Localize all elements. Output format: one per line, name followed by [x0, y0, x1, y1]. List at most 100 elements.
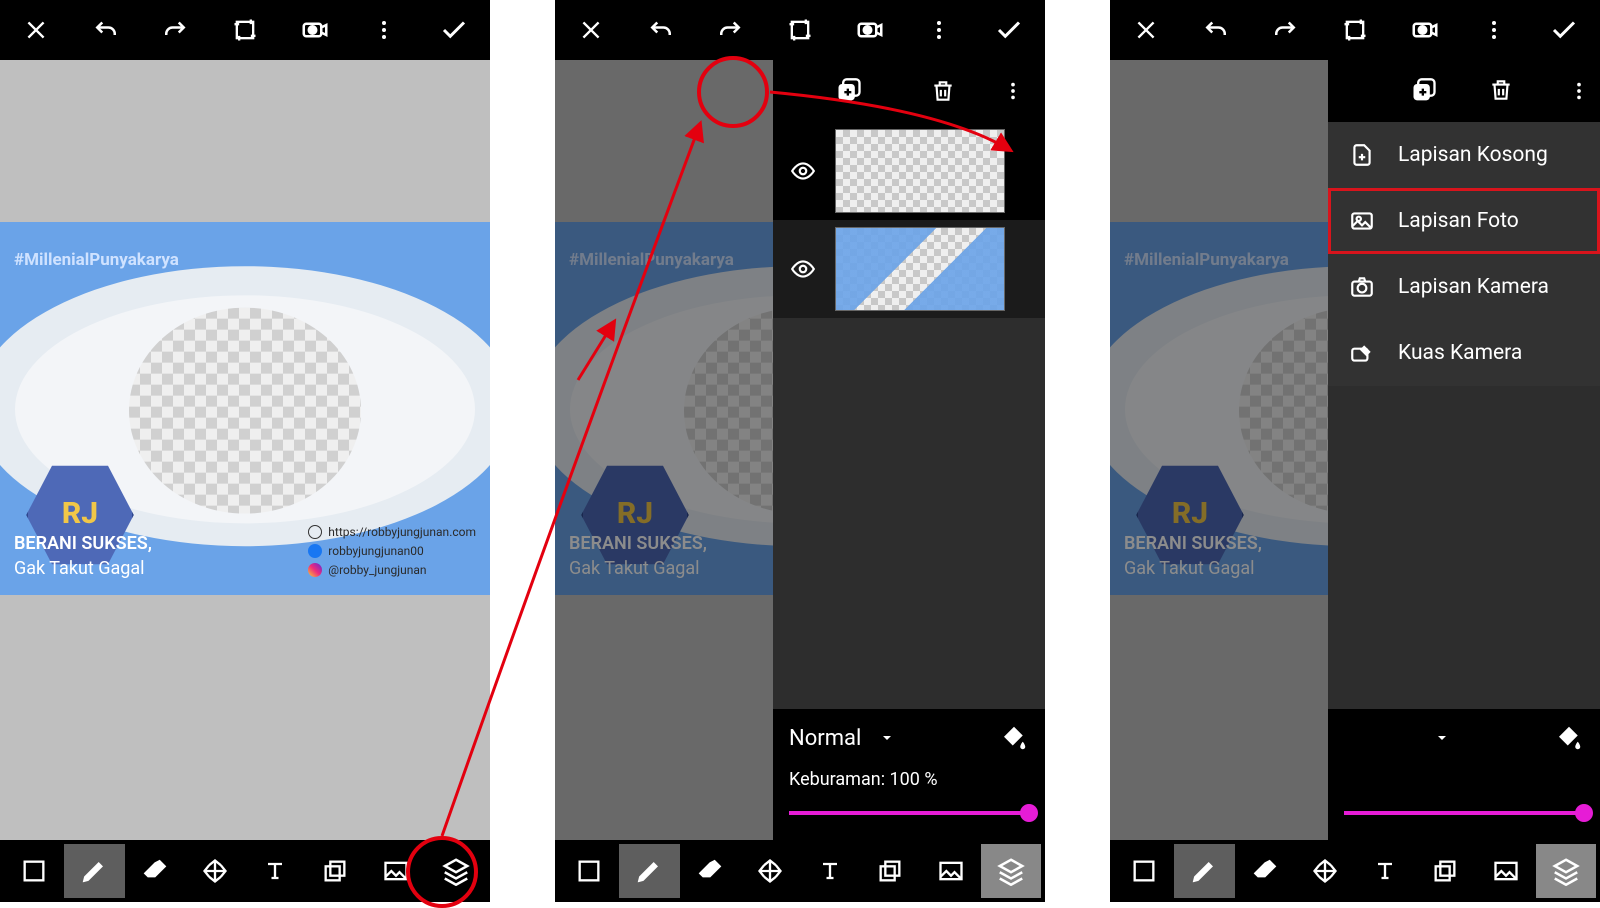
layer-thumbnail-frame: [835, 227, 1005, 311]
image-tool[interactable]: [921, 844, 981, 898]
fill-bucket-icon[interactable]: [1554, 723, 1584, 753]
facebook-icon: [308, 544, 322, 558]
tagline-1: BERANI SUKSES,: [14, 532, 152, 556]
tagline-2: Gak Takut Gagal: [14, 557, 152, 581]
fill-bucket-icon[interactable]: [999, 723, 1029, 753]
move-tool[interactable]: [1295, 844, 1355, 898]
shape-tool[interactable]: [559, 844, 619, 898]
text-tool[interactable]: [800, 844, 860, 898]
eraser-tool[interactable]: [125, 844, 185, 898]
chevron-down-icon[interactable]: [879, 730, 895, 746]
redo-icon[interactable]: [147, 2, 203, 58]
menu-item-photo-layer[interactable]: Lapisan Foto: [1328, 188, 1600, 254]
crop-icon[interactable]: [217, 2, 273, 58]
layer-row-frame[interactable]: [773, 220, 1045, 318]
record-icon[interactable]: [287, 2, 343, 58]
phone-screen-2: RJ #MillenialPunyakarya BERANI SUKSES, G…: [555, 0, 1045, 902]
image-tool[interactable]: [366, 844, 426, 898]
undo-icon[interactable]: [78, 2, 134, 58]
bottom-toolbar: [1110, 840, 1600, 902]
confirm-icon[interactable]: [981, 2, 1037, 58]
opacity-slider[interactable]: [1344, 804, 1584, 822]
close-icon[interactable]: [8, 2, 64, 58]
layers-empty-area: [773, 318, 1045, 709]
layers-panel-lower: Normal Keburaman: 100 %: [1328, 386, 1600, 840]
brush-tool[interactable]: [1174, 844, 1234, 898]
layers-button[interactable]: [981, 844, 1041, 898]
bottom-toolbar: [555, 840, 1045, 902]
clone-tool[interactable]: [1415, 844, 1475, 898]
close-icon[interactable]: [1118, 2, 1174, 58]
camera-icon: [1348, 273, 1376, 301]
top-toolbar: [555, 0, 1045, 60]
social-ig: @robby_jungjunan: [328, 563, 426, 577]
phone-screen-1: RJ #MillenialPunyakarya BERANI SUKSES, G…: [0, 0, 490, 902]
undo-icon[interactable]: [633, 2, 689, 58]
redo-icon[interactable]: [1257, 2, 1313, 58]
canvas-area[interactable]: RJ #MillenialPunyakarya BERANI SUKSES, G…: [0, 60, 490, 840]
blend-mode-select[interactable]: Normal: [789, 726, 861, 751]
shape-tool[interactable]: [1114, 844, 1174, 898]
more-icon[interactable]: [911, 2, 967, 58]
delete-layer-button[interactable]: [1488, 77, 1514, 105]
move-tool[interactable]: [185, 844, 245, 898]
visibility-icon[interactable]: [790, 256, 816, 282]
web-icon: [308, 525, 322, 539]
record-icon[interactable]: [1397, 2, 1453, 58]
phone-screen-3: RJ #MillenialPunyakarya BERANI SUKSES, G…: [1110, 0, 1600, 902]
record-icon[interactable]: [842, 2, 898, 58]
layers-panel: Normal Keburaman: 100 %: [773, 60, 1045, 840]
layer-row-empty[interactable]: [773, 122, 1045, 220]
clone-tool[interactable]: [305, 844, 365, 898]
panel-more-icon[interactable]: [991, 69, 1035, 113]
redo-icon[interactable]: [702, 2, 758, 58]
layers-button[interactable]: [426, 844, 486, 898]
text-tool[interactable]: [1355, 844, 1415, 898]
more-icon[interactable]: [356, 2, 412, 58]
brush-camera-icon: [1348, 339, 1376, 367]
clone-tool[interactable]: [860, 844, 920, 898]
text-tool[interactable]: [245, 844, 305, 898]
instagram-icon: [308, 563, 322, 577]
image-tool[interactable]: [1476, 844, 1536, 898]
add-layer-button[interactable]: [827, 69, 871, 113]
layer-thumbnail-transparent: [835, 129, 1005, 213]
undo-icon[interactable]: [1188, 2, 1244, 58]
menu-item-camera-layer[interactable]: Lapisan Kamera: [1328, 254, 1600, 320]
blend-mode-select[interactable]: Normal: [1344, 726, 1416, 751]
panel-more-icon[interactable]: [1568, 80, 1590, 102]
visibility-icon[interactable]: [790, 158, 816, 184]
opacity-label: Keburaman: 100 %: [789, 769, 1029, 790]
shape-tool[interactable]: [4, 844, 64, 898]
menu-label: Lapisan Kosong: [1398, 143, 1548, 167]
frame-image: RJ #MillenialPunyakarya BERANI SUKSES, G…: [0, 222, 490, 595]
confirm-icon[interactable]: [426, 2, 482, 58]
menu-label: Lapisan Foto: [1398, 209, 1519, 233]
image-icon: [1348, 207, 1376, 235]
close-icon[interactable]: [563, 2, 619, 58]
bottom-toolbar: [0, 840, 490, 902]
menu-item-empty-layer[interactable]: Lapisan Kosong: [1328, 122, 1600, 188]
confirm-icon[interactable]: [1536, 2, 1592, 58]
add-layer-button[interactable]: [1410, 77, 1438, 105]
delete-layer-button[interactable]: [921, 69, 965, 113]
hashtag-text: #MillenialPunyakarya: [14, 250, 179, 270]
opacity-slider[interactable]: [789, 804, 1029, 822]
crop-icon[interactable]: [772, 2, 828, 58]
top-toolbar: [1110, 0, 1600, 60]
brush-tool[interactable]: [64, 844, 124, 898]
chevron-down-icon[interactable]: [1434, 730, 1450, 746]
more-icon[interactable]: [1466, 2, 1522, 58]
crop-icon[interactable]: [1327, 2, 1383, 58]
eraser-tool[interactable]: [1235, 844, 1295, 898]
menu-label: Kuas Kamera: [1398, 341, 1522, 365]
social-web: https://robbyjungjunan.com: [328, 525, 476, 539]
file-plus-icon: [1348, 141, 1376, 169]
menu-item-brush-camera[interactable]: Kuas Kamera: [1328, 320, 1600, 386]
top-toolbar: [0, 0, 490, 60]
layers-button[interactable]: [1536, 844, 1596, 898]
logo-text: RJ: [62, 496, 98, 531]
move-tool[interactable]: [740, 844, 800, 898]
brush-tool[interactable]: [619, 844, 679, 898]
eraser-tool[interactable]: [680, 844, 740, 898]
